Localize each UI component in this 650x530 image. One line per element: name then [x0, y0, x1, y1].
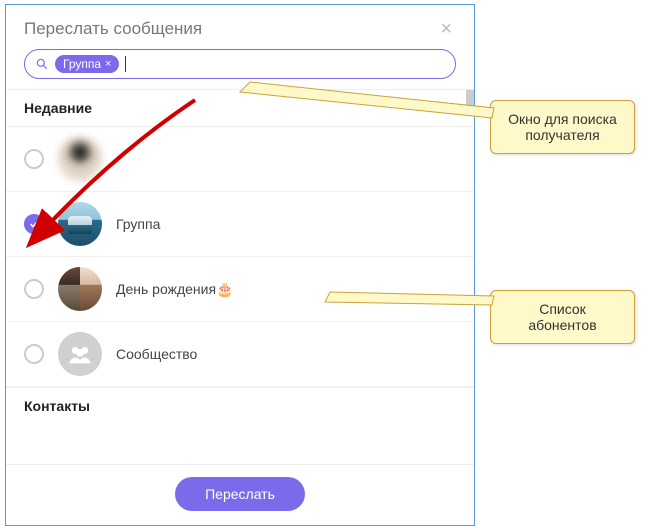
avatar	[58, 137, 102, 181]
search-input[interactable]: Группа ×	[24, 49, 456, 79]
radio-unchecked[interactable]	[24, 344, 44, 364]
section-contacts-label: Контакты	[24, 398, 90, 414]
search-icon	[35, 57, 49, 71]
dialog-title: Переслать сообщения	[24, 19, 202, 39]
callout-list: Список абонентов	[490, 290, 635, 344]
list-item[interactable]	[6, 127, 474, 192]
group-icon	[66, 340, 94, 368]
radio-unchecked[interactable]	[24, 149, 44, 169]
scrollbar[interactable]	[466, 90, 474, 114]
section-contacts: Контакты	[6, 387, 474, 424]
chip-label: Группа	[63, 57, 101, 71]
radio-unchecked[interactable]	[24, 279, 44, 299]
section-recent: Недавние	[6, 89, 474, 127]
dialog-footer: Переслать	[6, 464, 474, 525]
check-icon	[28, 218, 40, 230]
dialog-header: Переслать сообщения ×	[6, 5, 474, 49]
forward-dialog: Переслать сообщения × Группа × Недавние	[5, 4, 475, 526]
list-item[interactable]: Группа	[6, 192, 474, 257]
list-item-label: Группа	[116, 216, 160, 232]
avatar	[58, 267, 102, 311]
close-icon[interactable]: ×	[436, 19, 456, 39]
forward-button[interactable]: Переслать	[175, 477, 305, 511]
callout-search: Окно для поиска получателя	[490, 100, 635, 154]
list-item-label: Сообщество	[116, 346, 197, 362]
text-cursor	[125, 56, 126, 72]
chip-remove-icon[interactable]: ×	[105, 58, 111, 70]
list-item[interactable]: Сообщество	[6, 322, 474, 387]
list-item-label: День рождения🎂	[116, 281, 233, 298]
avatar	[58, 202, 102, 246]
list-item[interactable]: День рождения🎂	[6, 257, 474, 322]
recipient-list: Группа День рождения🎂 Сообщество	[6, 127, 474, 387]
search-container: Группа ×	[6, 49, 474, 89]
avatar-community-icon	[58, 332, 102, 376]
radio-checked[interactable]	[24, 214, 44, 234]
search-chip[interactable]: Группа ×	[55, 55, 119, 73]
section-recent-label: Недавние	[24, 100, 92, 116]
